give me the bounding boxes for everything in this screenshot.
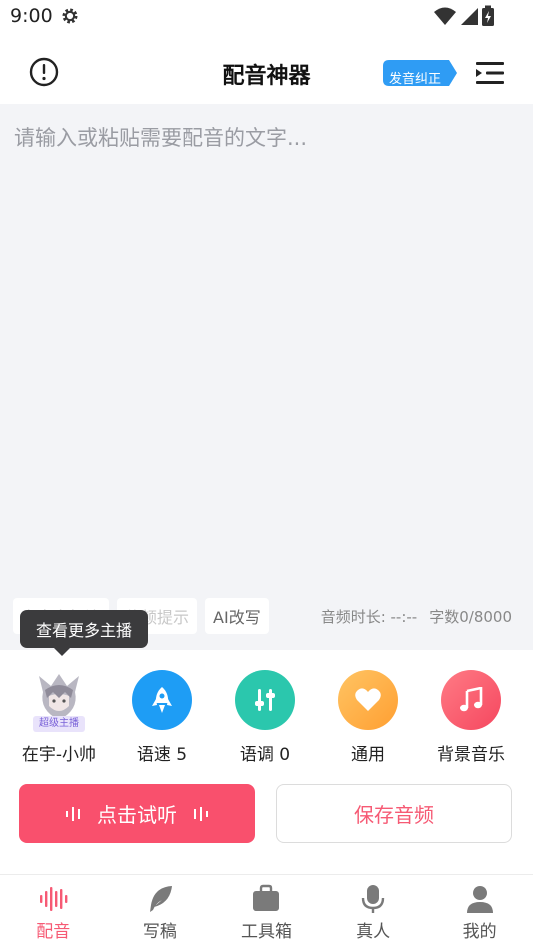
pronunciation-correction-button[interactable]: 发音纠正 xyxy=(383,60,457,87)
listen-preview-button[interactable]: 点击试听 xyxy=(19,784,255,843)
nav-item-mine[interactable]: 我的 xyxy=(426,875,533,947)
speed-circle xyxy=(132,670,192,730)
menu-list-icon[interactable] xyxy=(474,58,506,88)
anchor-avatar: 超级主播 xyxy=(29,670,89,732)
nav-label-real-person: 真人 xyxy=(356,922,391,942)
style-label: 通用 xyxy=(351,745,385,765)
word-count: 字数0/8000 xyxy=(429,608,512,626)
music-note-icon xyxy=(460,687,483,712)
settings-gear-icon xyxy=(62,8,78,24)
status-bar: 9:00 xyxy=(0,0,533,32)
waveform-icon xyxy=(40,887,68,911)
text-editor-area: 多音字标注 停顿提示 AI改写 音频时长: --:-- 字数0/8000 xyxy=(0,104,533,650)
nav-label-toolbox: 工具箱 xyxy=(240,922,292,942)
pitch-label: 语调 0 xyxy=(239,745,291,765)
pronunciation-label: 发音纠正 xyxy=(389,72,442,87)
style-control[interactable]: 通用 xyxy=(316,670,420,765)
speed-label: 语速 5 xyxy=(136,745,188,765)
rocket-icon xyxy=(152,687,172,713)
bgm-label: 背景音乐 xyxy=(437,745,505,765)
voice-controls: 超级主播 在宇-小帅 语速 5 语调 0 通用 背景音乐 xyxy=(0,664,533,765)
text-stats: 音频时长: --:-- 字数0/8000 xyxy=(321,606,512,627)
audio-wave-right-icon xyxy=(194,806,208,821)
audio-wave-left-icon xyxy=(66,806,80,821)
toolbox-icon xyxy=(253,884,280,911)
speed-control[interactable]: 语速 5 xyxy=(110,670,214,765)
listen-label: 点击试听 xyxy=(97,803,177,827)
heart-icon xyxy=(355,688,381,711)
nav-label-dubbing: 配音 xyxy=(36,922,71,942)
anchor-name: 在宇-小帅 xyxy=(21,745,97,765)
save-audio-button[interactable]: 保存音频 xyxy=(276,784,512,843)
status-time: 9:00 xyxy=(10,5,53,27)
nav-label-writing: 写稿 xyxy=(142,922,177,942)
anchor-badge: 超级主播 xyxy=(33,716,85,732)
person-icon xyxy=(466,886,493,913)
app-header: 配音神器 发音纠正 xyxy=(0,40,533,104)
signal-icon xyxy=(461,8,478,25)
style-circle xyxy=(338,670,398,730)
ai-rewrite-chip[interactable]: AI改写 xyxy=(205,598,269,634)
anchor-selector[interactable]: 超级主播 在宇-小帅 xyxy=(7,670,111,765)
battery-icon xyxy=(482,5,494,26)
script-text-input[interactable] xyxy=(0,104,533,584)
bgm-control[interactable]: 背景音乐 xyxy=(419,670,523,765)
pitch-circle xyxy=(235,670,295,730)
microphone-icon xyxy=(361,885,385,913)
wifi-icon xyxy=(434,7,456,25)
nav-item-toolbox[interactable]: 工具箱 xyxy=(213,875,320,947)
feather-icon xyxy=(149,886,172,912)
more-anchors-tooltip[interactable]: 查看更多主播 xyxy=(20,610,148,656)
bgm-circle xyxy=(441,670,501,730)
bottom-navigation: 配音 写稿 工具箱 真人 我的 xyxy=(0,874,533,947)
sliders-icon xyxy=(255,689,275,711)
nav-item-dubbing[interactable]: 配音 xyxy=(0,875,107,947)
audio-duration: 音频时长: --:-- xyxy=(320,608,418,626)
nav-item-real-person[interactable]: 真人 xyxy=(320,875,427,947)
pitch-control[interactable]: 语调 0 xyxy=(213,670,317,765)
nav-label-mine: 我的 xyxy=(462,922,497,942)
nav-item-writing[interactable]: 写稿 xyxy=(107,875,214,947)
